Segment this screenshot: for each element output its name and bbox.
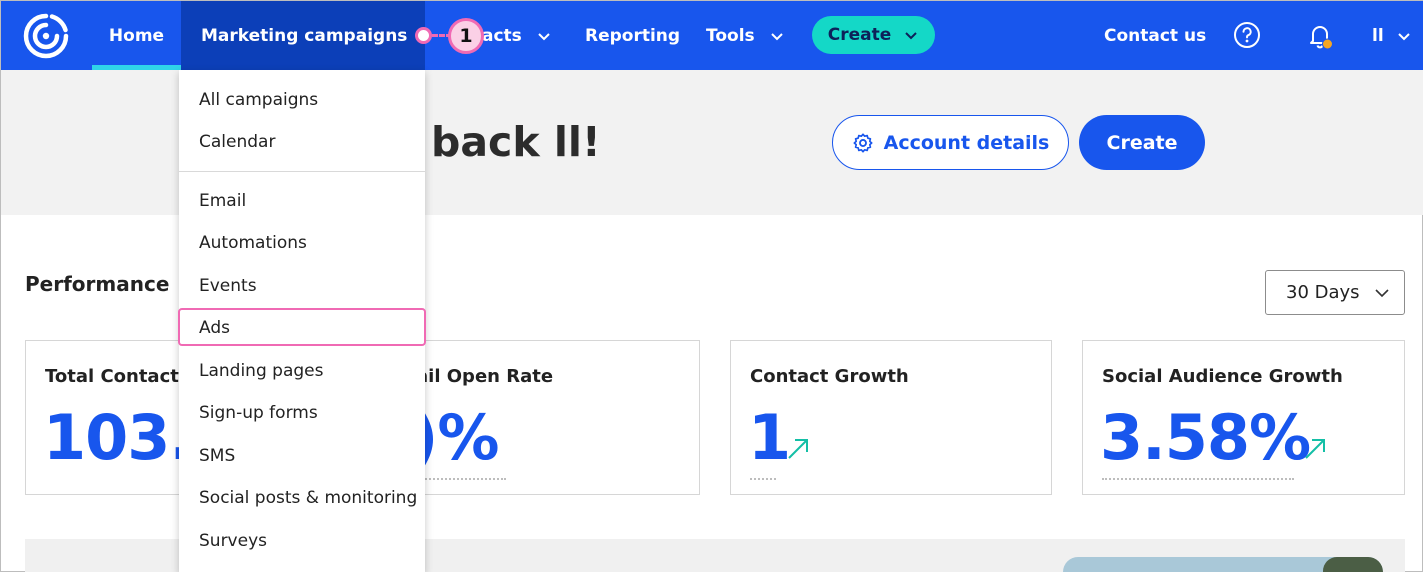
nav-home[interactable]: Home [92,1,181,70]
notification-bell-icon[interactable] [1305,21,1335,51]
nav-contacts[interactable]: acts [482,1,552,70]
menu-item-ads[interactable]: Ads [199,318,230,338]
nav-create-label: Create [827,25,892,45]
create-button[interactable]: Create [1079,115,1205,170]
nav-contacts-label: acts [482,25,522,46]
menu-item-all-campaigns[interactable]: All campaigns [199,90,318,110]
menu-item-social-posts[interactable]: Social posts & monitoring [199,488,417,508]
chevron-down-icon [770,32,783,40]
stat-card-email-open-rate[interactable]: ail Open Rate )% [377,340,700,495]
menu-item-sign-up-forms[interactable]: Sign-up forms [199,403,318,423]
callout-dot [415,27,432,44]
date-range-value: 30 Days [1286,282,1360,303]
chevron-down-icon [538,32,550,40]
callout-badge: 1 [448,18,484,54]
date-range-select[interactable]: 30 Days [1265,270,1405,315]
chevron-down-icon [1375,289,1389,298]
constant-contact-logo-icon[interactable] [21,11,71,61]
trend-up-arrow-icon [788,439,808,459]
menu-item-events[interactable]: Events [199,276,257,296]
value-underline [1102,478,1294,480]
stat-card-title: Total Contacts [45,366,190,387]
nav-reporting-label: Reporting [585,25,681,46]
stat-card-value: 3.58% [1100,401,1311,474]
performance-heading: Performance [25,272,170,296]
menu-item-email[interactable]: Email [199,191,246,211]
nav-marketing-campaigns[interactable]: Marketing campaigns [181,1,425,70]
nav-home-label: Home [108,25,165,46]
stat-card-value: 1 [748,401,791,474]
chevron-down-icon [905,32,917,40]
nav-contact-us[interactable]: Contact us [1104,1,1206,70]
stat-card-title: Social Audience Growth [1102,366,1343,387]
menu-item-surveys[interactable]: Surveys [199,531,267,551]
user-menu[interactable]: ll [1372,1,1412,70]
account-details-button[interactable]: Account details [832,115,1069,170]
stat-card-social-audience-growth[interactable]: Social Audience Growth 3.58% [1082,340,1405,495]
welcome-heading: back ll! [431,118,601,166]
nav-marketing-label: Marketing campaigns [201,25,408,46]
marketing-campaigns-menu: All campaigns Calendar Email Automations… [178,70,426,572]
nav-contact-us-label: Contact us [1104,25,1207,46]
trend-up-arrow-icon [1305,439,1325,459]
menu-item-automations[interactable]: Automations [199,233,307,253]
stat-card-title: ail Open Rate [416,366,554,387]
nav-tools-label: Tools [706,25,755,46]
menu-item-sms[interactable]: SMS [199,446,235,466]
value-underline [418,478,506,480]
promo-image [1063,557,1383,572]
create-button-label: Create [1106,131,1178,154]
help-icon[interactable] [1233,21,1261,49]
menu-item-landing-pages[interactable]: Landing pages [199,361,323,381]
nav-tools[interactable]: Tools [706,1,785,70]
chevron-down-icon [1397,32,1410,40]
stat-card-contact-growth[interactable]: Contact Growth 1 [730,340,1052,495]
top-nav: Home Marketing campaigns acts Reporting … [1,1,1423,70]
value-underline [750,478,776,480]
menu-item-calendar[interactable]: Calendar [199,132,275,152]
user-initials: ll [1372,25,1384,46]
nav-create-button[interactable]: Create [812,16,935,54]
account-details-label: Account details [883,131,1050,154]
gear-icon [853,132,873,153]
nav-reporting[interactable]: Reporting [585,1,680,70]
menu-divider [179,171,425,172]
stat-card-title: Contact Growth [750,366,909,387]
